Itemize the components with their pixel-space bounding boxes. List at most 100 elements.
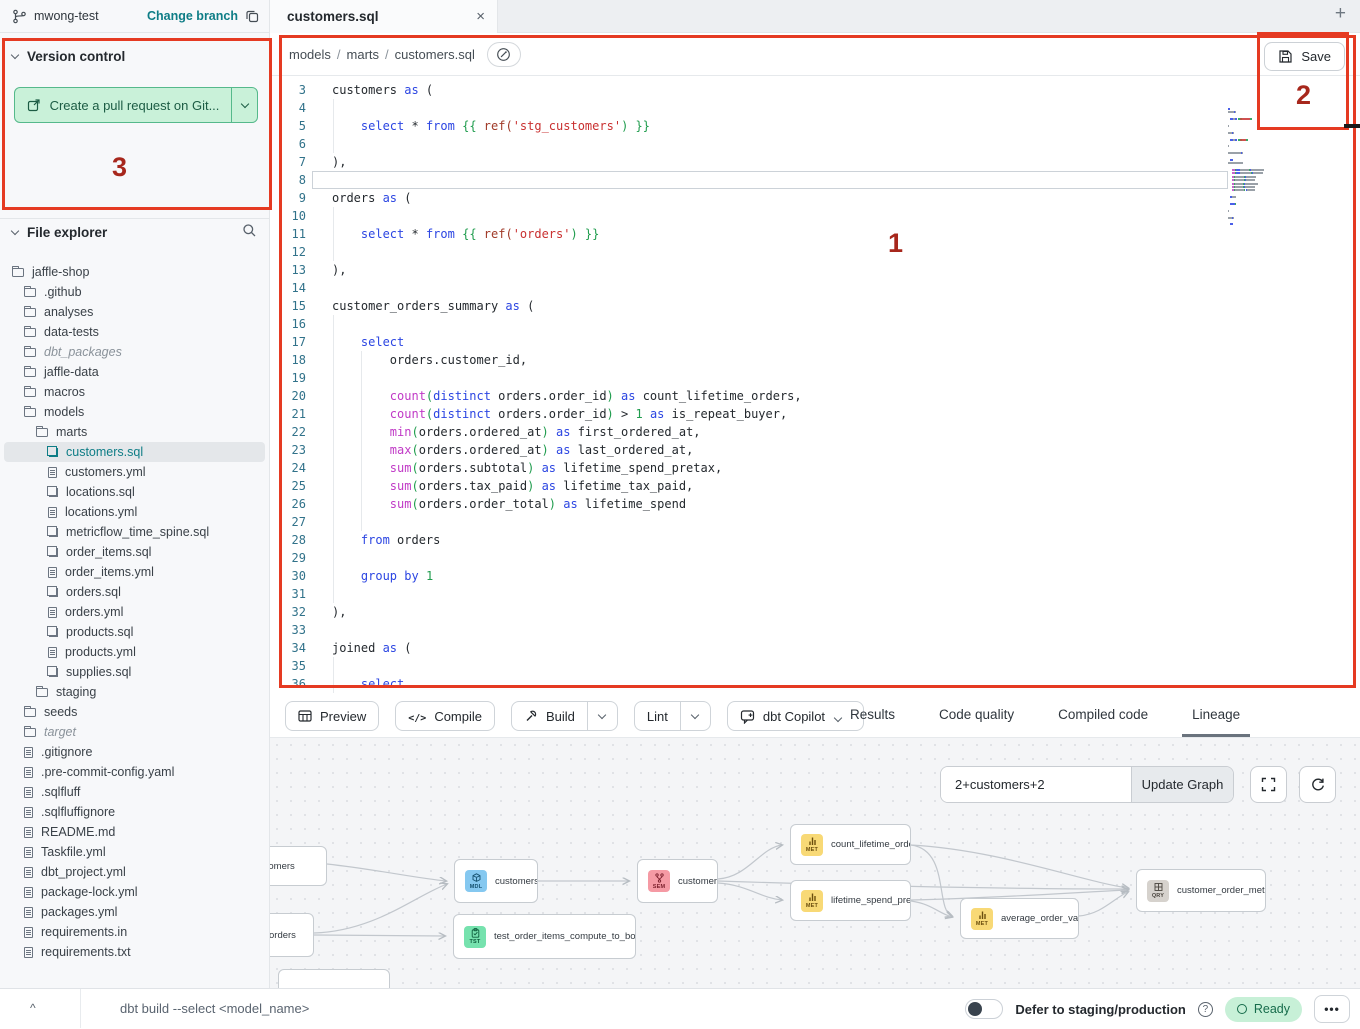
code-line-28[interactable]: 28 from orders [270, 531, 1360, 549]
new-tab-button[interactable]: + [1335, 3, 1346, 25]
code-line-11[interactable]: 11 select * from {{ ref('orders') }} [270, 225, 1360, 243]
tree-item-metricflow-time-spine-sql[interactable]: metricflow_time_spine.sql [4, 522, 265, 542]
lineage-node-customer-order-metrics[interactable]: QRYcustomer_order_metrics [1136, 869, 1266, 912]
update-graph-button[interactable]: Update Graph [1131, 767, 1233, 802]
change-branch-link[interactable]: Change branch [147, 9, 238, 23]
code-line-22[interactable]: 22 min(orders.ordered_at) as first_order… [270, 423, 1360, 441]
code-line-14[interactable]: 14 [270, 279, 1360, 297]
lineage-node-lifetime-spend-pretax[interactable]: METlifetime_spend_pretax [790, 880, 911, 921]
tree-item-locations-sql[interactable]: locations.sql [4, 482, 265, 502]
tree-item-seeds[interactable]: seeds [4, 702, 265, 722]
tree-item-requirements-in[interactable]: requirements.in [4, 922, 265, 942]
code-line-19[interactable]: 19 [270, 369, 1360, 387]
fullscreen-button[interactable] [1250, 766, 1287, 803]
code-line-30[interactable]: 30 group by 1 [270, 567, 1360, 585]
file-explorer-header[interactable]: File explorer [12, 225, 107, 240]
code-line-17[interactable]: 17 select [270, 333, 1360, 351]
lineage-node-stg-customers[interactable]: MDLstg_customers [270, 846, 327, 886]
dropdown-toggle[interactable] [680, 702, 710, 730]
code-line-32[interactable]: 32), [270, 603, 1360, 621]
code-line-20[interactable]: 20 count(distinct orders.order_id) as co… [270, 387, 1360, 405]
save-button[interactable]: Save [1264, 42, 1345, 71]
code-line-21[interactable]: 21 count(distinct orders.order_id) > 1 a… [270, 405, 1360, 423]
tree-item--sqlfluffignore[interactable]: .sqlfluffignore [4, 802, 265, 822]
version-control-header[interactable]: Version control [12, 49, 125, 64]
code-line-25[interactable]: 25 sum(orders.tax_paid) as lifetime_tax_… [270, 477, 1360, 495]
code-line-4[interactable]: 4 [270, 99, 1360, 117]
tree-item-dbt-project-yml[interactable]: dbt_project.yml [4, 862, 265, 882]
lineage-node-average-order-value[interactable]: METaverage_order_value [960, 898, 1079, 939]
button-main[interactable]: Lint [635, 702, 680, 730]
create-pr-button[interactable]: Create a pull request on Git... [14, 87, 258, 123]
tree-item-marts[interactable]: marts [4, 422, 265, 442]
lineage-selector-input[interactable] [941, 767, 1131, 802]
more-options-button[interactable]: ••• [1314, 995, 1350, 1023]
compile-button[interactable]: </>Compile [395, 701, 495, 731]
tab-compiled-code[interactable]: Compiled code [1048, 695, 1158, 737]
tree-item-requirements-txt[interactable]: requirements.txt [4, 942, 265, 962]
tree-item-supplies-sql[interactable]: supplies.sql [4, 662, 265, 682]
lineage-node-customers[interactable]: SEMcustomers [637, 859, 718, 903]
tree-item-packages-yml[interactable]: packages.yml [4, 902, 265, 922]
code-line-18[interactable]: 18 orders.customer_id, [270, 351, 1360, 369]
code-line-15[interactable]: 15customer_orders_summary as ( [270, 297, 1360, 315]
tree-item-dbt-packages[interactable]: dbt_packages [4, 342, 265, 362]
tree-item-staging[interactable]: staging [4, 682, 265, 702]
code-line-34[interactable]: 34joined as ( [270, 639, 1360, 657]
lineage-node-count-lifetime-orders[interactable]: METcount_lifetime_orders [790, 824, 911, 865]
build-button[interactable]: Build [511, 701, 618, 731]
tree-item-locations-yml[interactable]: locations.yml [4, 502, 265, 522]
code-line-7[interactable]: 7), [270, 153, 1360, 171]
breadcrumb-segment[interactable]: customers.sql [395, 47, 475, 62]
breadcrumb-segment[interactable]: marts [347, 47, 380, 62]
code-line-26[interactable]: 26 sum(orders.order_total) as lifetime_s… [270, 495, 1360, 513]
lineage-node-test-order-items-compute-to-bools-[interactable]: TSTtest_order_items_compute_to_bools... [453, 914, 636, 959]
tree-item-orders-sql[interactable]: orders.sql [4, 582, 265, 602]
expand-caret[interactable]: ^ [30, 1001, 36, 1015]
tree-item-models[interactable]: models [4, 402, 265, 422]
code-line-10[interactable]: 10 [270, 207, 1360, 225]
tree-item-customers-yml[interactable]: customers.yml [4, 462, 265, 482]
tree-item--gitignore[interactable]: .gitignore [4, 742, 265, 762]
tree-item--github[interactable]: .github [4, 282, 265, 302]
code-line-3[interactable]: 3customers as ( [270, 81, 1360, 99]
tree-item-target[interactable]: target [4, 722, 265, 742]
copy-icon[interactable] [245, 9, 259, 23]
code-line-13[interactable]: 13), [270, 261, 1360, 279]
breadcrumb-segment[interactable]: models [289, 47, 331, 62]
tree-item-order-items-sql[interactable]: order_items.sql [4, 542, 265, 562]
code-line-29[interactable]: 29 [270, 549, 1360, 567]
tree-item-order-items-yml[interactable]: order_items.yml [4, 562, 265, 582]
code-line-36[interactable]: 36 select [270, 675, 1360, 693]
tree-item--sqlfluff[interactable]: .sqlfluff [4, 782, 265, 802]
tree-item-customers-sql[interactable]: customers.sql [4, 442, 265, 462]
search-icon[interactable] [242, 223, 257, 238]
code-line-16[interactable]: 16 [270, 315, 1360, 333]
code-line-27[interactable]: 27 [270, 513, 1360, 531]
code-editor[interactable]: 2with3customers as (45 select * from {{ … [270, 76, 1360, 695]
button-main[interactable]: </>Compile [396, 702, 494, 730]
pr-dropdown-toggle[interactable] [231, 88, 257, 122]
code-line-31[interactable]: 31 [270, 585, 1360, 603]
tab-lineage[interactable]: Lineage [1182, 695, 1250, 737]
tree-item-macros[interactable]: macros [4, 382, 265, 402]
tree-item-analyses[interactable]: analyses [4, 302, 265, 322]
code-line-12[interactable]: 12 [270, 243, 1360, 261]
tree-item--pre-commit-config-yaml[interactable]: .pre-commit-config.yaml [4, 762, 265, 782]
minimap[interactable] [1228, 108, 1320, 238]
tree-item-orders-yml[interactable]: orders.yml [4, 602, 265, 622]
button-main[interactable]: Preview [286, 702, 378, 730]
tab-results[interactable]: Results [840, 695, 905, 737]
close-icon[interactable]: × [476, 8, 485, 25]
lineage-node-customers[interactable]: MDLcustomers [454, 859, 538, 903]
lint-button[interactable]: Lint [634, 701, 711, 731]
command-input[interactable]: dbt build --select <model_name> [120, 1001, 309, 1016]
lineage-node-clipped[interactable] [278, 969, 390, 988]
tree-item-products-sql[interactable]: products.sql [4, 622, 265, 642]
code-line-23[interactable]: 23 max(orders.ordered_at) as last_ordere… [270, 441, 1360, 459]
code-line-5[interactable]: 5 select * from {{ ref('stg_customers') … [270, 117, 1360, 135]
tree-item-readme-md[interactable]: README.md [4, 822, 265, 842]
code-line-9[interactable]: 9orders as ( [270, 189, 1360, 207]
code-line-33[interactable]: 33 [270, 621, 1360, 639]
tree-item-jaffle-shop[interactable]: jaffle-shop [4, 262, 265, 282]
